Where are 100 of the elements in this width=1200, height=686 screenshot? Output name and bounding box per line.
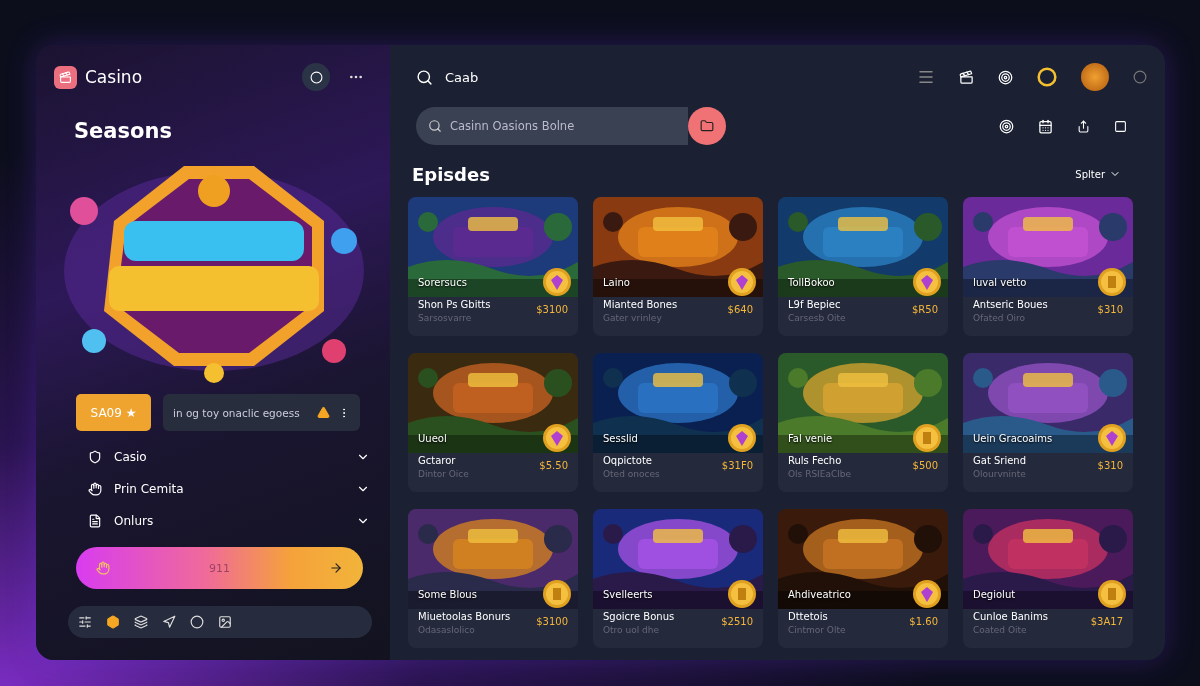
circle-button[interactable] (190, 615, 204, 629)
card-price: $500 (912, 460, 938, 471)
card-price: $5.50 (539, 460, 568, 471)
card-title: Sgoicre Bonus (603, 611, 675, 622)
pointer-button[interactable] (162, 615, 176, 629)
gem-coin-icon (912, 267, 942, 297)
brand-name: Casino (85, 67, 144, 87)
circle-button[interactable] (302, 63, 330, 91)
hand-icon (96, 561, 110, 575)
square-icon[interactable] (1114, 119, 1127, 133)
coin-icon (1097, 579, 1127, 609)
notice-text: in og toy onaclic egoess (173, 406, 301, 419)
folder-button[interactable] (688, 107, 726, 145)
card-price: $1.60 (909, 616, 938, 627)
card-title: Mianted Bones (603, 299, 678, 310)
card-subtitle: Coated Oite (973, 625, 1028, 635)
hand-icon (88, 482, 102, 496)
game-card[interactable]: Sorersucs Shon Ps Gbitts Sarsosvarre $3100 (408, 197, 578, 336)
gem-coin-icon (912, 579, 942, 609)
circle-icon (309, 70, 323, 84)
folder-icon (700, 119, 714, 133)
menu-icon[interactable] (917, 68, 935, 86)
card-tag: Iuval vetto (973, 277, 1027, 288)
avatar[interactable] (1081, 63, 1109, 91)
target-icon[interactable] (998, 69, 1013, 85)
card-tag: Degiolut (973, 589, 1016, 600)
card-title: Cunloe Banims (973, 611, 1048, 622)
game-card[interactable]: Fal venie Ruls Fecho Ols RSIEaClbe $500 (778, 353, 948, 492)
card-price: $310 (1097, 304, 1123, 315)
game-card[interactable]: Uein Gracoaims Gat Sriend Olourvninte $310 (963, 353, 1133, 492)
card-title: Oqpictote (603, 455, 653, 466)
game-card[interactable]: Degiolut Cunloe Banims Coated Oite $3A17 (963, 509, 1133, 648)
card-title: Gat Sriend (973, 455, 1027, 466)
sliders-button[interactable] (78, 615, 92, 629)
card-title: Ruls Fecho (788, 455, 843, 466)
card-tag: Svelleerts (603, 589, 653, 600)
card-subtitle: Ofated Oiro (973, 313, 1026, 323)
nav-item[interactable]: Onlurs (84, 505, 374, 537)
card-price: $2510 (721, 616, 753, 627)
game-card[interactable]: Ahdiveatrico Dttetois Cintmor Olte $1.60 (778, 509, 948, 648)
card-subtitle: Gater vrinley (603, 313, 663, 323)
gem-coin-icon (727, 423, 757, 453)
coin-icon (912, 423, 942, 453)
share-icon[interactable] (1077, 119, 1090, 133)
game-card[interactable]: Iuval vetto Antseric Boues Ofated Oiro $310 (963, 197, 1133, 336)
gem-coin-icon (542, 267, 572, 297)
card-subtitle: Cintmor Olte (788, 625, 846, 635)
film-icon[interactable] (959, 69, 974, 85)
game-card[interactable]: TollBokoo L9f Bepiec Carsesb Oite $R50 (778, 197, 948, 336)
sort-dropdown[interactable]: Splter (1069, 167, 1127, 181)
card-subtitle: Ols RSIEaClbe (788, 469, 851, 479)
nav-item[interactable]: Prin Cemita (84, 473, 374, 505)
card-title: Antseric Boues (973, 299, 1048, 310)
nav-item[interactable]: Casio (84, 441, 374, 473)
card-price: $3100 (536, 304, 568, 315)
search-icon (428, 119, 442, 133)
warning-icon (317, 406, 330, 419)
gem-coin-icon (542, 423, 572, 453)
card-price: $31F0 (721, 460, 753, 471)
gem-coin-icon (727, 267, 757, 297)
layers-button[interactable] (134, 615, 148, 629)
game-card[interactable]: Laino Mianted Bones Gater vrinley $640 (593, 197, 763, 336)
coin-icon (1097, 267, 1127, 297)
search-query: Caab (445, 69, 480, 85)
calendar-icon[interactable] (1038, 118, 1053, 134)
card-tag: Fal venie (788, 433, 833, 444)
target-icon[interactable] (999, 118, 1014, 134)
coin-icon (542, 579, 572, 609)
section-title: Episdes (412, 163, 490, 185)
card-title: Gctaror (418, 455, 457, 466)
card-subtitle: Carsesb Oite (788, 313, 846, 323)
card-subtitle: Sarsosvarre (418, 313, 473, 323)
card-tag: Uueol (418, 433, 447, 444)
logo-icon (54, 65, 77, 89)
card-price: $R50 (911, 304, 938, 315)
search-field[interactable]: Casinn Oasions Bolne (416, 107, 688, 145)
card-tag: Laino (603, 277, 630, 288)
search-icon (416, 68, 433, 86)
image-button[interactable] (218, 615, 232, 629)
circle-icon[interactable] (1133, 70, 1147, 84)
card-title: Dttetois (788, 611, 829, 622)
card-subtitle: Odasaslolico (418, 625, 476, 635)
section-heading: Seasons (74, 119, 173, 143)
card-price: $310 (1097, 460, 1123, 471)
card-tag: TollBokoo (788, 277, 835, 288)
card-subtitle: Oted onoces (603, 469, 660, 479)
card-title: Shon Ps Gbitts (418, 299, 491, 310)
card-title: Miuetoolas Bonurs (418, 611, 511, 622)
card-price: $3A17 (1090, 616, 1123, 627)
game-card[interactable]: Sesslid Oqpictote Oted onoces $31F0 (593, 353, 763, 492)
game-card[interactable]: Some Blous Miuetoolas Bonurs Odasaslolico $3100 (408, 509, 578, 648)
card-price: $640 (727, 304, 753, 315)
document-icon (88, 514, 102, 528)
gem-coin-icon (1097, 423, 1127, 453)
shield-icon (88, 450, 102, 464)
card-price: $3100 (536, 616, 568, 627)
card-subtitle: Olourvninte (973, 469, 1027, 479)
card-tag: Sesslid (603, 433, 638, 444)
card-title: L9f Bepiec (788, 299, 842, 310)
coin-icon[interactable] (1037, 67, 1057, 87)
